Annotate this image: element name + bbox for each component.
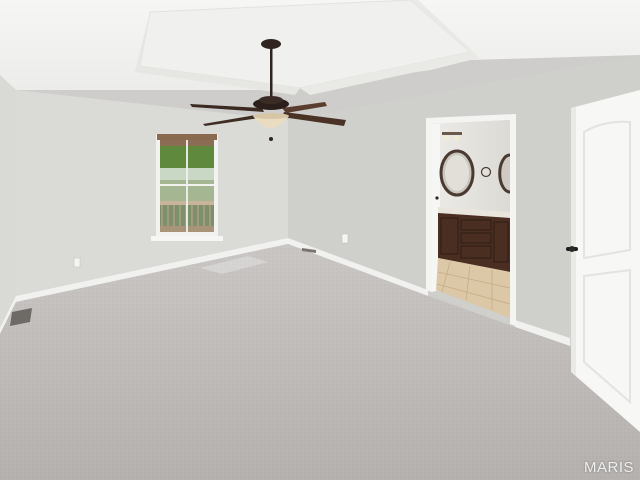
room-illustration (0, 0, 640, 480)
wall-outlet (341, 233, 349, 244)
bedroom-photo: MARIS (0, 0, 640, 480)
round-mirror (498, 153, 511, 194)
wall-outlet (73, 257, 81, 268)
left-side-wall (0, 75, 16, 330)
door-handle-icon (435, 196, 439, 200)
window (151, 134, 223, 241)
watermark: MARIS (583, 459, 634, 476)
